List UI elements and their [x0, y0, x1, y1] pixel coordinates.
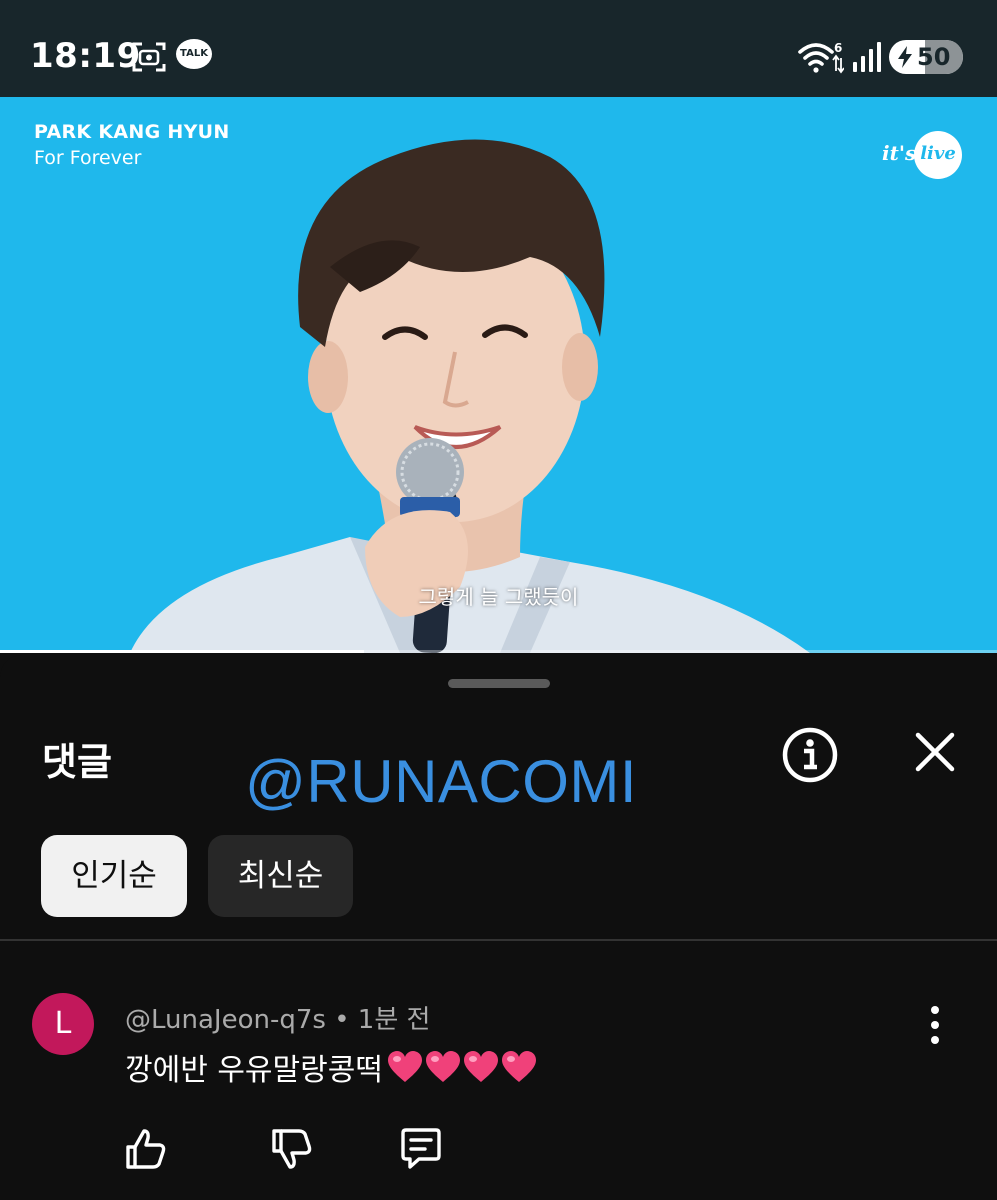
heart-icon: [501, 1051, 536, 1082]
signal-icon: [853, 42, 881, 72]
comments-title: 댓글: [42, 740, 112, 784]
heart-icon: [463, 1051, 498, 1082]
comment-body: 깡에반 우유말랑콩떡: [125, 1045, 539, 1092]
comments-panel: 댓글 @RUNACOMI 인기순 최신순 L @LunaJeon-q7s • 1…: [0, 655, 997, 1200]
battery-level: 50: [917, 43, 951, 71]
heart-emojis: [387, 1050, 539, 1092]
sort-chip-popular[interactable]: 인기순: [41, 835, 187, 917]
close-icon[interactable]: [910, 727, 960, 777]
like-icon[interactable]: [122, 1125, 170, 1173]
svg-text:6: 6: [834, 41, 842, 55]
talk-label: TALK: [180, 48, 208, 59]
video-progress-fill: [0, 650, 364, 653]
heart-icon: [387, 1051, 422, 1082]
info-icon[interactable]: [780, 725, 840, 785]
kakaotalk-icon: TALK: [176, 39, 212, 73]
status-bar: 18:19 TALK 6 50: [0, 0, 997, 97]
reply-icon[interactable]: [397, 1125, 445, 1173]
wifi-icon: 6: [798, 41, 844, 74]
video-progress-bar[interactable]: [0, 650, 997, 653]
avatar[interactable]: L: [32, 993, 94, 1055]
comment-author-and-time[interactable]: @LunaJeon-q7s • 1분 전: [125, 999, 430, 1036]
comment-text: 깡에반 우유말랑콩떡: [125, 1053, 383, 1088]
charging-bolt-icon: [898, 46, 912, 68]
video-player[interactable]: PARK KANG HYUN For Forever it's live 그렇게…: [0, 97, 997, 653]
its-live-logo: it's live: [882, 131, 966, 185]
dislike-icon[interactable]: [268, 1125, 316, 1173]
clock: 18:19: [30, 36, 141, 76]
sort-chip-newest[interactable]: 최신순: [208, 835, 353, 917]
screenshot-icon: [132, 42, 166, 72]
drag-handle[interactable]: [448, 679, 550, 688]
singer-video-frame: [130, 139, 810, 653]
divider: [0, 939, 997, 941]
watermark-text: @RUNACOMI: [245, 748, 638, 815]
more-options-icon[interactable]: [916, 1003, 954, 1047]
battery-indicator: 50: [889, 40, 963, 74]
heart-icon: [425, 1051, 460, 1082]
video-subtitle: 그렇게 늘 그랬듯이: [418, 585, 579, 609]
